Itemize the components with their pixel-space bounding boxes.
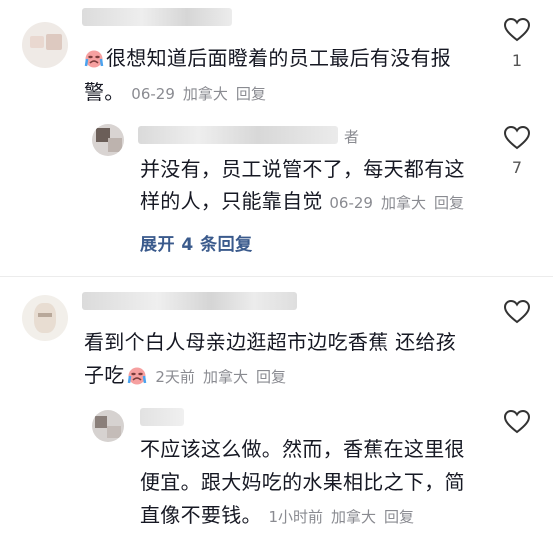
reply-date: 1小时前 (268, 508, 324, 526)
comment-meta: 2天前 加拿大 回复 (151, 368, 294, 386)
crying-emoji-icon (84, 50, 104, 68)
comment-text-line2: 警。 06-29 加拿大 回复 (84, 76, 484, 110)
like-count: 7 (511, 158, 523, 177)
reply-author-name-blurred[interactable] (138, 126, 338, 144)
comment-text-line2: 子吃 2天前 加拿大 回复 (84, 359, 504, 393)
reply-location: 加拿大 (331, 508, 377, 526)
author-name-blurred[interactable] (82, 8, 232, 26)
reply-button[interactable]: 回复 (256, 368, 286, 386)
reply-button[interactable]: 回复 (384, 508, 414, 526)
reply-avatar[interactable] (92, 410, 124, 442)
like-heart-icon[interactable] (504, 18, 530, 42)
comment-text: 看到个白人母亲边逛超市边吃香蕉 还给孩 (84, 330, 457, 354)
comment-text: 很想知道后面瞪着的员工最后有没有报 (84, 42, 484, 74)
reply-text: 并没有，员工说管不了，每天都有这 (140, 157, 465, 181)
comment-date: 06-29 (131, 85, 175, 103)
reply-button[interactable]: 回复 (236, 85, 266, 103)
author-tag: 者 (344, 128, 360, 146)
reply-text-line2: 便宜。跟大妈吃的水果相比之下，简 (140, 470, 465, 494)
comment-thread: 很想知道后面瞪着的员工最后有没有报 警。 06-29 加拿大 回复 1 者 并没有，… (0, 0, 553, 541)
reply-author-name-blurred[interactable] (140, 408, 184, 426)
reply-button[interactable]: 回复 (434, 194, 464, 212)
like-heart-icon[interactable] (504, 126, 530, 150)
comment-date: 2天前 (155, 368, 195, 386)
like-heart-icon[interactable] (504, 410, 530, 434)
divider (0, 276, 553, 277)
reply-text-line3: 直像不要钱。 1小时前 加拿大 回复 (140, 499, 520, 533)
comment-location: 加拿大 (202, 368, 248, 386)
reply-date: 06-29 (329, 194, 373, 212)
author-name-blurred[interactable] (82, 292, 297, 310)
comment-location: 加拿大 (182, 85, 228, 103)
like-heart-icon[interactable] (504, 300, 530, 324)
reply-meta: 1小时前 加拿大 回复 (268, 508, 422, 526)
expand-replies-button[interactable]: 展开 4 条回复 (140, 230, 253, 255)
crying-emoji-icon (127, 367, 146, 385)
reply-meta: 06-29 加拿大 回复 (329, 194, 472, 212)
reply-location: 加拿大 (380, 194, 426, 212)
avatar[interactable] (22, 295, 68, 341)
like-count: 1 (511, 51, 523, 70)
reply-avatar[interactable] (92, 124, 124, 156)
reply-text: 不应该这么做。然而，香蕉在这里很 (140, 437, 465, 461)
avatar[interactable] (22, 22, 68, 68)
comment-meta: 06-29 加拿大 回复 (131, 85, 274, 103)
reply-text-line2: 样的人，只能靠自觉 06-29 加拿大 回复 (140, 185, 520, 219)
